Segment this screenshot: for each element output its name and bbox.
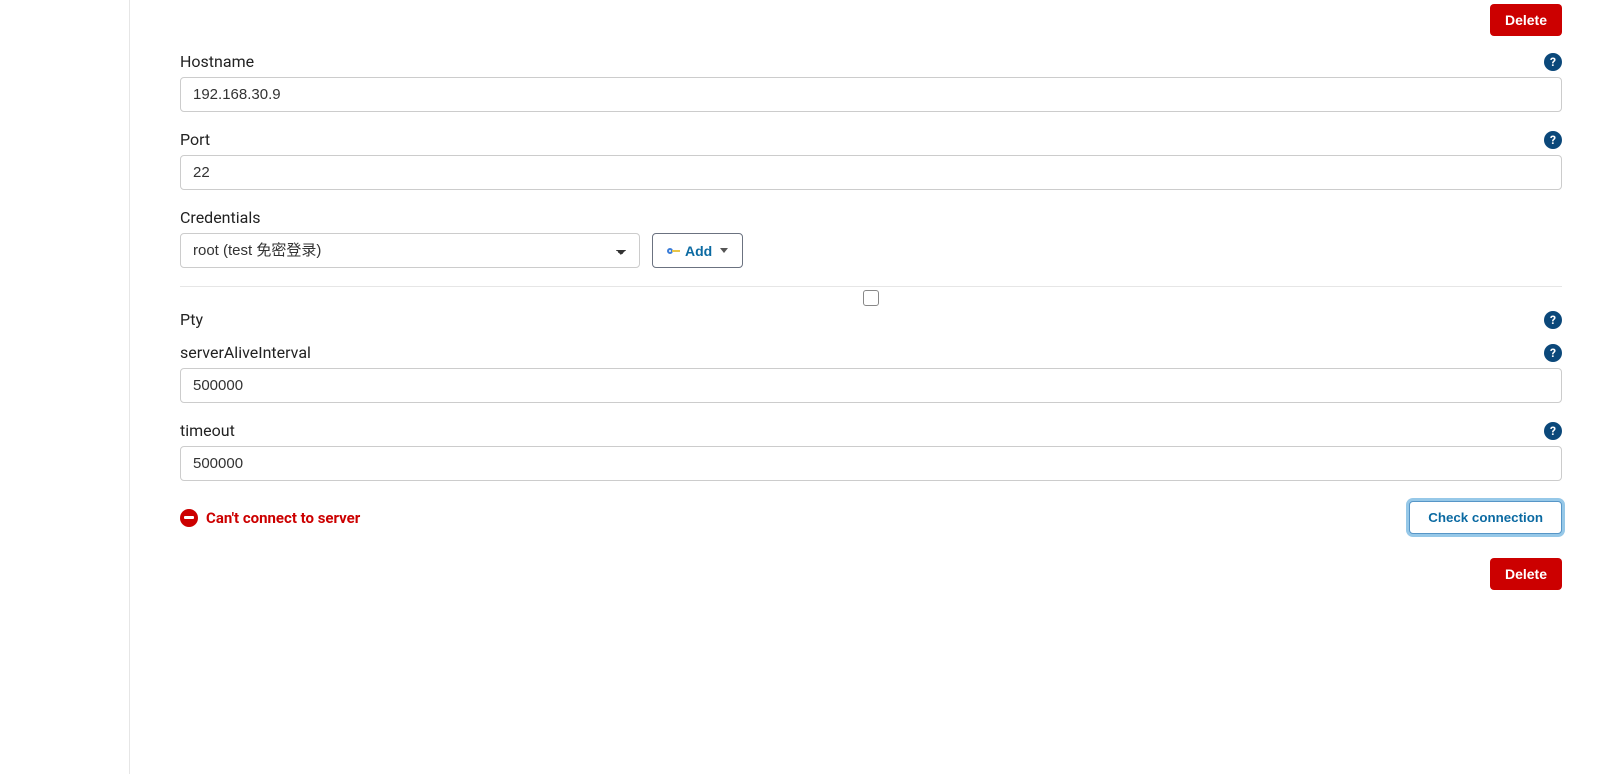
port-group: Port ? [180,130,1562,190]
delete-button-bottom[interactable]: Delete [1490,558,1562,590]
check-connection-button[interactable]: Check connection [1409,501,1562,534]
pty-section: Pty ? [180,286,1562,329]
key-icon [667,247,681,255]
top-actions: Delete [180,0,1562,52]
error-icon [180,509,198,527]
timeout-input[interactable] [180,446,1562,481]
credentials-label: Credentials [180,208,261,227]
pty-label: Pty [180,310,203,329]
add-button-label: Add [685,243,712,259]
chevron-down-icon [720,248,728,253]
port-input[interactable] [180,155,1562,190]
pty-checkbox[interactable] [863,290,879,306]
help-icon[interactable]: ? [1544,422,1562,440]
help-icon[interactable]: ? [1544,344,1562,362]
hostname-group: Hostname ? [180,52,1562,112]
delete-button-top[interactable]: Delete [1490,4,1562,36]
hostname-label: Hostname [180,52,254,71]
add-credentials-button[interactable]: Add [652,233,743,268]
main-panel: Delete Hostname ? Port ? Credentials [130,0,1612,774]
help-icon[interactable]: ? [1544,53,1562,71]
server-alive-interval-group: serverAliveInterval ? [180,343,1562,403]
port-label: Port [180,130,210,149]
server-alive-interval-input[interactable] [180,368,1562,403]
timeout-group: timeout ? [180,421,1562,481]
credentials-select[interactable]: root (test 免密登录) [180,233,640,268]
server-alive-interval-label: serverAliveInterval [180,343,311,362]
hostname-input[interactable] [180,77,1562,112]
status-row: Can't connect to server Check connection [180,501,1562,534]
connection-error-text: Can't connect to server [206,509,360,527]
bottom-actions: Delete [180,558,1562,590]
help-icon[interactable]: ? [1544,131,1562,149]
help-icon[interactable]: ? [1544,311,1562,329]
credentials-group: Credentials root (test 免密登录) Add [180,208,1562,268]
timeout-label: timeout [180,421,235,440]
left-gutter [0,0,130,774]
